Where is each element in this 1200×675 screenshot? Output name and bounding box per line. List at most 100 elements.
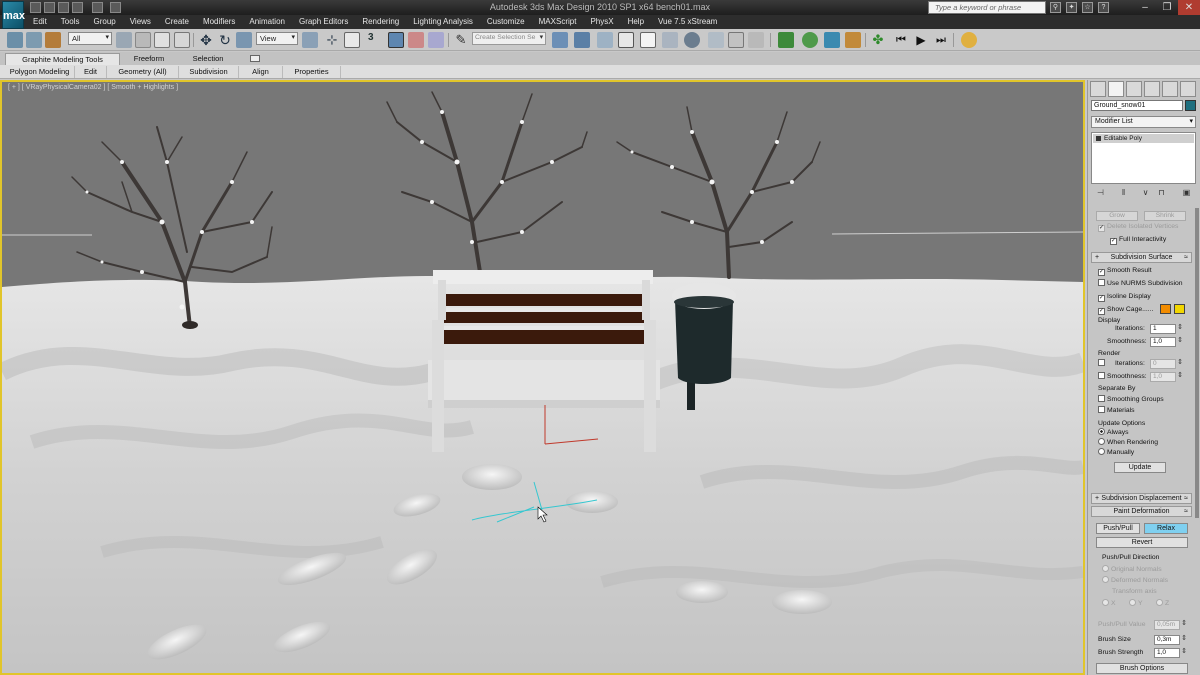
- rollout-paint-deformation[interactable]: Paint Deformation: [1091, 506, 1192, 517]
- command-panel-scrollbar[interactable]: [1195, 208, 1199, 518]
- panel-subdivision[interactable]: Subdivision: [179, 66, 239, 78]
- always-radio[interactable]: Always: [1098, 428, 1129, 438]
- render-smoothness-spinner[interactable]: 1,0: [1150, 372, 1183, 382]
- create-tab-icon[interactable]: [1090, 81, 1106, 97]
- smooth-result-checkbox[interactable]: ✓ Smooth Result: [1098, 266, 1152, 276]
- app-logo-button[interactable]: max: [2, 1, 25, 29]
- vue-atmosphere-icon[interactable]: [824, 32, 840, 48]
- unlink-icon[interactable]: [26, 32, 42, 48]
- spinner-snap-icon[interactable]: [428, 32, 444, 48]
- use-nurms-checkbox[interactable]: Use NURMS Subdivision: [1098, 279, 1183, 289]
- radio-button[interactable]: [1129, 599, 1136, 606]
- axis-z-radio[interactable]: Z: [1156, 599, 1169, 609]
- radio-button[interactable]: [1098, 438, 1105, 445]
- motion-tab-icon[interactable]: [1144, 81, 1160, 97]
- push-pull-button[interactable]: Push/Pull: [1096, 523, 1140, 534]
- menu-physx[interactable]: PhysX: [583, 15, 620, 29]
- graphite-toggle-icon[interactable]: [618, 32, 634, 48]
- menu-customize[interactable]: Customize: [480, 15, 532, 29]
- axis-x-radio[interactable]: X: [1102, 599, 1116, 609]
- percent-snap-icon[interactable]: [408, 32, 424, 48]
- smoothing-groups-checkbox[interactable]: Smoothing Groups: [1098, 395, 1164, 405]
- smoothness-spinner[interactable]: 1,0: [1150, 337, 1183, 347]
- radio-button[interactable]: [1098, 428, 1105, 435]
- checkbox-box[interactable]: [1098, 395, 1105, 402]
- align-icon[interactable]: [574, 32, 590, 48]
- object-name-field[interactable]: Ground_snow01: [1091, 100, 1183, 111]
- render-setup-icon[interactable]: [708, 32, 724, 48]
- select-manipulate-icon[interactable]: ⊹: [324, 32, 340, 48]
- tab-selection[interactable]: Selection: [178, 53, 238, 65]
- axis-y-radio[interactable]: Y: [1129, 599, 1143, 609]
- render-smoothness-checkbox[interactable]: Smoothness:: [1098, 372, 1147, 382]
- undo-icon[interactable]: [72, 2, 83, 13]
- menu-vue-xstream[interactable]: Vue 7.5 xStream: [651, 15, 724, 29]
- delete-isolated-vertices-checkbox[interactable]: ✓ Delete Isolated Vertices: [1098, 222, 1178, 232]
- checkbox-box[interactable]: ✓: [1098, 308, 1105, 315]
- menu-edit[interactable]: Edit: [26, 15, 54, 29]
- materials-checkbox[interactable]: Materials: [1098, 406, 1135, 416]
- redo-icon[interactable]: [92, 2, 103, 13]
- menu-create[interactable]: Create: [158, 15, 196, 29]
- object-color-swatch[interactable]: [1185, 100, 1196, 111]
- move-icon[interactable]: ✥: [198, 32, 214, 48]
- minimize-button[interactable]: –: [1134, 0, 1156, 15]
- panel-geometry-all[interactable]: Geometry (All): [107, 66, 179, 78]
- checkbox-box[interactable]: ✓: [1110, 238, 1117, 245]
- render-iterations-spinner[interactable]: 0: [1150, 359, 1183, 369]
- full-interactivity-checkbox[interactable]: ✓ Full Interactivity: [1110, 235, 1166, 245]
- pivot-center-icon[interactable]: [302, 32, 318, 48]
- relax-button[interactable]: Relax: [1144, 523, 1188, 534]
- show-cage-checkbox[interactable]: ✓ Show Cage......: [1098, 305, 1153, 315]
- rendered-frame-window-icon[interactable]: [728, 32, 744, 48]
- save-file-icon[interactable]: [58, 2, 69, 13]
- material-editor-icon[interactable]: [684, 32, 700, 48]
- menu-group[interactable]: Group: [86, 15, 122, 29]
- communication-center-icon[interactable]: ✦: [1066, 2, 1077, 13]
- window-crossing-icon[interactable]: [174, 32, 190, 48]
- edit-named-selection-icon[interactable]: ✎: [453, 32, 469, 48]
- go-to-start-icon[interactable]: ⏮: [893, 32, 909, 48]
- tab-freeform[interactable]: Freeform: [120, 53, 178, 65]
- menu-views[interactable]: Views: [123, 15, 158, 29]
- go-to-end-icon[interactable]: ⏭: [933, 32, 949, 48]
- camera-viewport[interactable]: [ + ] [ VRayPhysicalCamera02 ] [ Smooth …: [0, 80, 1085, 675]
- play-icon[interactable]: ▶: [913, 32, 929, 48]
- radio-button[interactable]: [1102, 565, 1109, 572]
- remove-modifier-icon[interactable]: ⊓: [1157, 188, 1166, 198]
- menu-animation[interactable]: Animation: [242, 15, 292, 29]
- rectangular-selection-icon[interactable]: [154, 32, 170, 48]
- tab-graphite-modeling-tools[interactable]: Graphite Modeling Tools: [5, 53, 120, 65]
- rollout-subdivision-surface[interactable]: Subdivision Surface: [1091, 252, 1192, 263]
- close-button[interactable]: ✕: [1178, 0, 1200, 15]
- bind-space-warp-icon[interactable]: [45, 32, 61, 48]
- menu-maxscript[interactable]: MAXScript: [532, 15, 584, 29]
- original-normals-radio[interactable]: Original Normals: [1102, 565, 1162, 575]
- modifier-list-dropdown[interactable]: Modifier List: [1091, 116, 1196, 128]
- vue-light-icon[interactable]: [845, 32, 861, 48]
- create-selection-set-dropdown[interactable]: Create Selection Se: [472, 32, 546, 45]
- select-object-icon[interactable]: [116, 32, 132, 48]
- checkbox-box[interactable]: [1098, 406, 1105, 413]
- radio-button[interactable]: [1156, 599, 1163, 606]
- vue-import-icon[interactable]: [778, 32, 794, 48]
- cage-color-swatch[interactable]: [1160, 304, 1171, 314]
- brush-size-spinner[interactable]: 0,3m: [1154, 635, 1187, 645]
- checkbox-box[interactable]: ✓: [1098, 295, 1105, 302]
- radio-button[interactable]: [1098, 448, 1105, 455]
- utilities-tab-icon[interactable]: [1180, 81, 1196, 97]
- snaps-toggle-icon[interactable]: 3: [368, 32, 384, 48]
- menu-tools[interactable]: Tools: [54, 15, 87, 29]
- curve-editor-icon[interactable]: [640, 32, 656, 48]
- search-binoculars-icon[interactable]: ⚲: [1050, 2, 1061, 13]
- new-file-icon[interactable]: [30, 2, 41, 13]
- select-and-link-icon[interactable]: [7, 32, 23, 48]
- iterations-spinner[interactable]: 1: [1150, 324, 1183, 334]
- menu-rendering[interactable]: Rendering: [355, 15, 406, 29]
- display-tab-icon[interactable]: [1162, 81, 1178, 97]
- project-folder-icon[interactable]: [110, 2, 121, 13]
- pin-stack-icon[interactable]: ⊣: [1096, 188, 1105, 198]
- panel-polygon-modeling[interactable]: Polygon Modeling: [5, 66, 75, 78]
- grow-button[interactable]: Grow: [1096, 211, 1138, 221]
- panel-edit[interactable]: Edit: [75, 66, 107, 78]
